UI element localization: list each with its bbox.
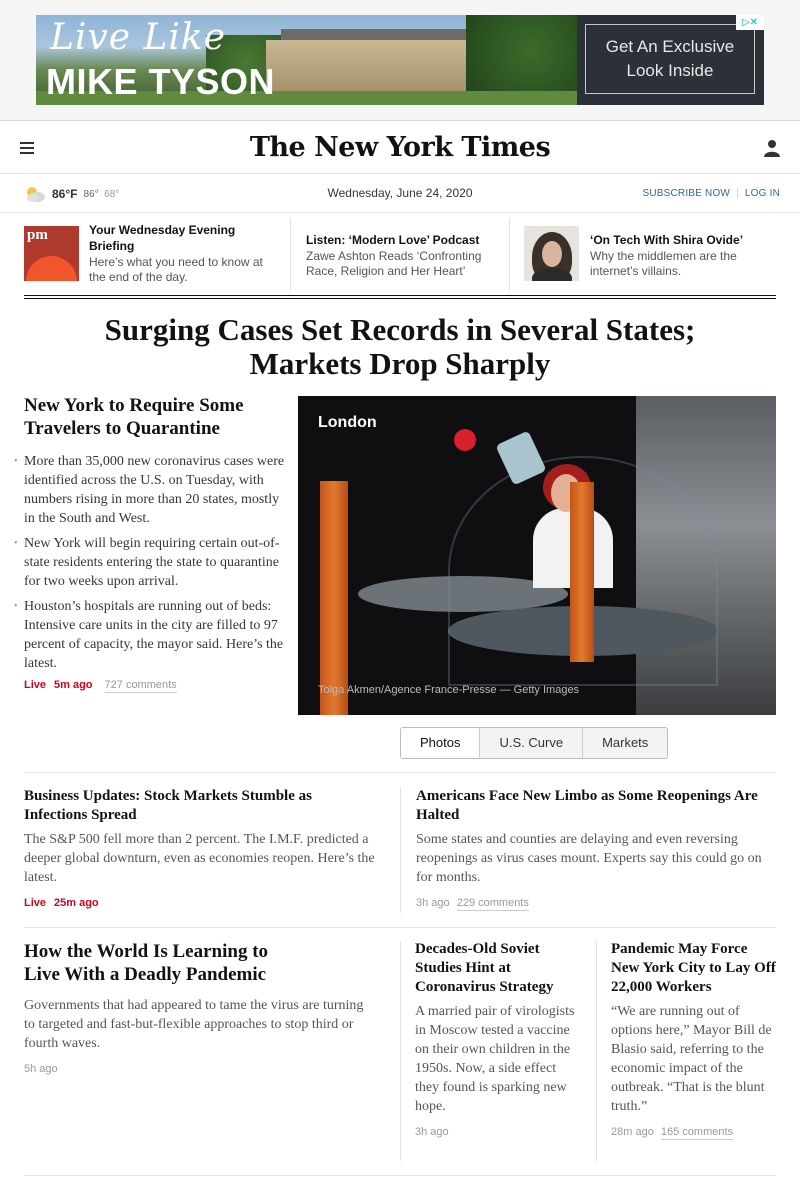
column-divider: [290, 218, 291, 290]
live-badge: Live: [24, 897, 47, 909]
ad-cta-line1: Get An Exclusive: [605, 37, 735, 56]
section-divider: [24, 772, 776, 773]
column-divider: [509, 218, 510, 290]
tab-markets[interactable]: Markets: [583, 728, 668, 758]
briefing-podcast[interactable]: Listen: ‘Modern Love’ Podcast Zawe Ashto…: [306, 218, 506, 290]
story-meta: 5h ago: [24, 1063, 374, 1075]
sunset-graphic: [26, 256, 77, 281]
column-divider: [400, 787, 401, 913]
photo-sticker: [454, 429, 476, 451]
story-summary: A married pair of virologists in Moscow …: [415, 1004, 575, 1114]
story-headline[interactable]: Business Updates: Stock Markets Stumble …: [24, 787, 379, 825]
briefing-description: Here’s what you need to know at the end …: [89, 255, 263, 284]
briefing-title[interactable]: Listen: ‘Modern Love’ Podcast: [306, 232, 506, 248]
lead-story: New York to Require Some Travelers to Qu…: [14, 394, 286, 693]
story-meta: 3h ago 229 comments: [416, 897, 776, 911]
link-divider: |: [736, 188, 739, 199]
section-divider: [24, 1175, 776, 1176]
ad-region: Live Like MIKE TYSON Get An Exclusive Lo…: [0, 0, 800, 121]
list-item[interactable]: New York will begin requiring certain ou…: [14, 534, 286, 591]
ad-cta-button[interactable]: Get An Exclusive Look Inside: [585, 24, 755, 94]
briefing-description: Zawe Ashton Reads ‘Confronting Race, Rel…: [306, 249, 482, 278]
lead-story-headline[interactable]: New York to Require Some Travelers to Qu…: [24, 394, 286, 440]
story-summary: Some states and counties are delaying an…: [416, 832, 762, 885]
comments-link[interactable]: 165 comments: [660, 1126, 734, 1140]
story-meta: Live 5m ago 727 comments: [24, 679, 286, 693]
nyt-logo[interactable]: The New York Times: [0, 132, 800, 163]
story-business-updates: Business Updates: Stock Markets Stumble …: [24, 787, 379, 909]
main-headline[interactable]: Surging Cases Set Records in Several Sta…: [100, 313, 700, 381]
story-meta: 28m ago 165 comments: [611, 1126, 779, 1140]
briefing-on-tech[interactable]: ‘On Tech With Shira Ovide’ Why the middl…: [524, 218, 776, 290]
timestamp: 5m ago: [54, 679, 93, 691]
photo-credit: Tolga Akmen/Agence France-Presse — Getty…: [318, 684, 580, 696]
story-world-learning: How the World Is Learning to Live With a…: [24, 940, 374, 1075]
story-headline[interactable]: Americans Face New Limbo as Some Reopeni…: [416, 787, 776, 825]
subscribe-now-link[interactable]: SUBSCRIBE NOW: [642, 188, 730, 199]
briefing-evening[interactable]: pm Your Wednesday Evening Briefing Here’…: [24, 218, 284, 290]
briefings-row: pm Your Wednesday Evening Briefing Here’…: [24, 214, 776, 290]
story-reopenings-halted: Americans Face New Limbo as Some Reopeni…: [416, 787, 776, 911]
list-item[interactable]: Houston’s hospitals are running out of b…: [14, 597, 286, 673]
evening-briefing-thumbnail: pm: [24, 226, 79, 281]
briefing-description: Why the middlemen are the internet’s vil…: [590, 249, 737, 278]
ad-banner[interactable]: Live Like MIKE TYSON Get An Exclusive Lo…: [36, 15, 764, 105]
comments-link[interactable]: 727 comments: [104, 679, 177, 693]
avatar-body: [532, 268, 572, 281]
tab-photos[interactable]: Photos: [401, 728, 481, 758]
timestamp: 28m ago: [611, 1126, 654, 1138]
briefing-title[interactable]: Your Wednesday Evening Briefing: [89, 222, 279, 254]
live-badge: Live: [24, 679, 47, 691]
avatar-face: [542, 241, 562, 267]
photo-orange-post: [570, 482, 594, 662]
story-headline[interactable]: How the World Is Learning to Live With a…: [24, 940, 279, 986]
ad-script-text: Live Like: [50, 17, 227, 58]
photo-location-label: London: [318, 414, 377, 431]
tab-us-curve[interactable]: U.S. Curve: [480, 728, 584, 758]
date-bar: 86°F 86° 68° Wednesday, June 24, 2020 SU…: [0, 175, 800, 213]
log-in-link[interactable]: LOG IN: [745, 188, 780, 199]
story-summary: Governments that had appeared to tame th…: [24, 998, 364, 1051]
lead-story-bullets: More than 35,000 new coronavirus cases w…: [14, 452, 286, 673]
timestamp: 5h ago: [24, 1063, 58, 1075]
adchoices-icon[interactable]: ▷✕: [736, 15, 764, 30]
account-icon[interactable]: [764, 139, 780, 157]
comments-link[interactable]: 229 comments: [456, 897, 529, 911]
story-summary: “We are running out of options here,” Ma…: [611, 1004, 772, 1114]
story-headline[interactable]: Decades-Old Soviet Studies Hint at Coron…: [415, 940, 583, 997]
story-headline[interactable]: Pandemic May Force New York City to Lay …: [611, 940, 779, 997]
ad-cta-line2: Look Inside: [626, 61, 714, 80]
timestamp: 25m ago: [54, 897, 99, 909]
column-divider: [400, 941, 401, 1161]
section-divider: [24, 927, 776, 928]
timestamp: 3h ago: [416, 897, 450, 909]
list-item[interactable]: More than 35,000 new coronavirus cases w…: [14, 452, 286, 528]
photo-orange-post: [320, 481, 348, 715]
story-summary: The S&P 500 fell more than 2 percent. Th…: [24, 832, 375, 885]
story-meta: 3h ago: [415, 1126, 583, 1138]
ad-name-text: MIKE TYSON: [46, 61, 276, 102]
story-meta: Live 25m ago: [24, 897, 379, 909]
lead-photo[interactable]: London Tolga Akmen/Agence France-Presse …: [298, 396, 776, 715]
shira-ovide-avatar: [524, 226, 579, 281]
story-soviet-studies: Decades-Old Soviet Studies Hint at Coron…: [415, 940, 583, 1138]
timestamp: 3h ago: [415, 1126, 449, 1138]
briefing-title[interactable]: ‘On Tech With Shira Ovide’: [590, 232, 776, 248]
media-tabs: Photos U.S. Curve Markets: [400, 727, 669, 759]
masthead: The New York Times: [0, 122, 800, 174]
column-divider: [596, 941, 597, 1161]
section-divider: [24, 295, 776, 299]
story-nyc-layoffs: Pandemic May Force New York City to Lay …: [611, 940, 779, 1140]
account-links: SUBSCRIBE NOW | LOG IN: [642, 188, 780, 199]
pm-label: pm: [27, 227, 48, 243]
